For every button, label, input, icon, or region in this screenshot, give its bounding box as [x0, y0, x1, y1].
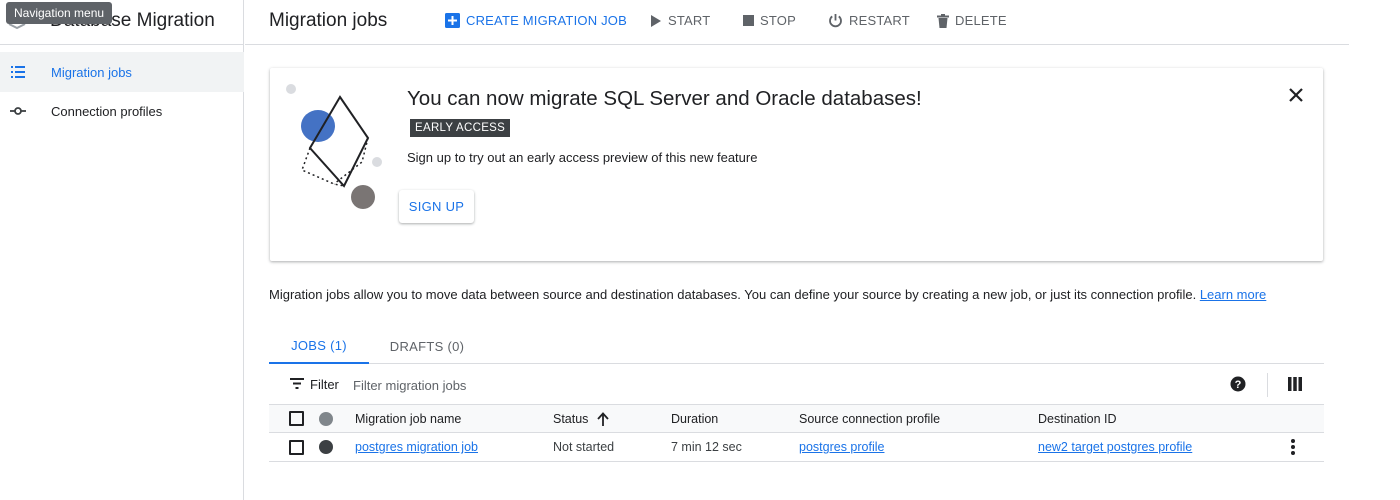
row-actions-cell — [1291, 433, 1295, 461]
sidebar-header: Navigation menu Database Migration — [0, 0, 243, 45]
filter-label: Filter — [310, 377, 339, 392]
filter-input[interactable] — [353, 373, 1113, 397]
destination-link[interactable]: new2 target postgres profile — [1038, 440, 1192, 454]
start-button[interactable]: START — [650, 13, 710, 28]
sidebar-item-label: Migration jobs — [51, 64, 132, 80]
column-header-status-label: Status — [553, 411, 589, 426]
filter-bar: Filter ? — [269, 365, 1324, 405]
status-indicator-header — [319, 405, 333, 432]
sidebar-item-label: Connection profiles — [51, 103, 163, 119]
help-icon[interactable]: ? — [1230, 376, 1246, 392]
status-not-started-icon — [319, 440, 333, 454]
select-all-checkbox[interactable] — [289, 411, 304, 426]
column-header-name[interactable]: Migration job name — [355, 405, 461, 432]
tab-bar: JOBS (1) DRAFTS (0) — [269, 328, 1324, 364]
learn-more-link[interactable]: Learn more — [1200, 287, 1266, 302]
row-select-cell — [289, 433, 304, 461]
list-icon — [11, 66, 25, 78]
delete-button[interactable]: DELETE — [937, 13, 1007, 28]
job-duration-cell: 7 min 12 sec — [671, 440, 742, 454]
job-status-cell: Not started — [553, 440, 615, 454]
source-profile-link[interactable]: postgres profile — [799, 440, 884, 454]
connection-icon — [10, 107, 26, 115]
description-text: Migration jobs allow you to move data be… — [269, 287, 1197, 302]
row-status-cell — [319, 433, 333, 461]
tab-jobs[interactable]: JOBS (1) — [269, 328, 369, 364]
banner-title: You can now migrate SQL Server and Oracl… — [407, 87, 922, 110]
job-name-link[interactable]: postgres migration job — [355, 440, 478, 454]
early-access-badge: EARLY ACCESS — [410, 119, 511, 137]
create-migration-job-button[interactable]: CREATE MIGRATION JOB — [445, 13, 627, 28]
stop-icon — [743, 15, 754, 26]
trash-icon — [937, 13, 949, 28]
destination-cell: new2 target postgres profile — [1038, 433, 1192, 461]
sign-up-button[interactable]: SIGN UP — [399, 190, 474, 223]
navigation-menu-tooltip: Navigation menu — [6, 2, 113, 24]
table-row: postgres migration job Not started 7 min… — [269, 433, 1324, 462]
source-profile-cell: postgres profile — [799, 433, 884, 461]
add-box-icon — [445, 13, 460, 28]
table-header-row: Migration job name Status Duration Sourc… — [269, 405, 1324, 433]
column-header-status[interactable]: Status — [553, 405, 610, 432]
filter-icon[interactable] — [290, 378, 304, 389]
row-checkbox[interactable] — [289, 439, 304, 455]
sidebar-item-migration-jobs[interactable]: Migration jobs — [0, 52, 244, 92]
svg-text:?: ? — [1235, 379, 1242, 391]
sidebar-item-connection-profiles[interactable]: Connection profiles — [0, 91, 244, 131]
more-vert-icon[interactable] — [1291, 439, 1295, 455]
migration-jobs-table: Migration job name Status Duration Sourc… — [269, 405, 1324, 462]
column-display-icon[interactable] — [1288, 377, 1302, 391]
toolbar-divider — [1267, 373, 1268, 397]
action-toolbar: Migration jobs CREATE MIGRATION JOB STAR… — [245, 0, 1349, 45]
sort-ascending-icon — [597, 411, 610, 426]
announcement-banner: You can now migrate SQL Server and Oracl… — [270, 68, 1323, 261]
column-header-destination[interactable]: Destination ID — [1038, 405, 1117, 432]
restart-button[interactable]: RESTART — [828, 13, 910, 28]
create-migration-job-label: CREATE MIGRATION JOB — [466, 13, 627, 28]
page-title: Migration jobs — [269, 10, 388, 31]
start-label: START — [668, 13, 711, 28]
delete-label: DELETE — [955, 13, 1007, 28]
stop-button[interactable]: STOP — [743, 13, 796, 28]
status-header-icon — [319, 411, 333, 426]
column-header-source[interactable]: Source connection profile — [799, 405, 940, 432]
job-name-cell: postgres migration job — [355, 433, 478, 461]
banner-subtitle: Sign up to try out an early access previ… — [407, 150, 758, 165]
play-icon — [651, 14, 661, 27]
power-icon — [829, 14, 842, 28]
column-header-duration[interactable]: Duration — [671, 405, 718, 432]
banner-illustration — [286, 84, 382, 209]
page-description: Migration jobs allow you to move data be… — [269, 287, 1266, 302]
stop-label: STOP — [760, 13, 796, 28]
select-all-cell — [289, 405, 304, 432]
restart-label: RESTART — [849, 13, 910, 28]
close-icon[interactable] — [1287, 86, 1305, 104]
tab-drafts[interactable]: DRAFTS (0) — [379, 328, 475, 364]
sidebar: Navigation menu Database Migration Migra… — [0, 0, 244, 500]
